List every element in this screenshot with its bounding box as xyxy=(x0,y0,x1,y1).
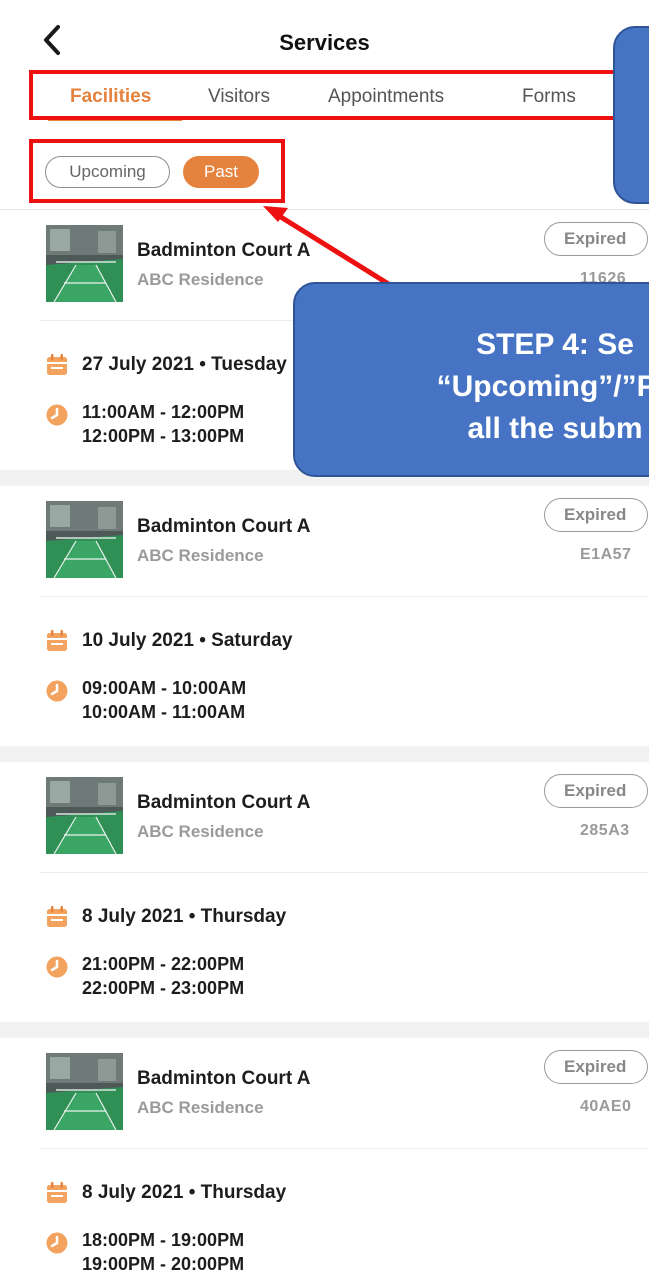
annotation-callout-top xyxy=(613,26,649,204)
facility-thumbnail xyxy=(46,501,123,578)
annotation-callout: STEP 4: Se “Upcoming”/”Pa all the subm xyxy=(293,282,649,477)
clock-icon xyxy=(46,680,68,702)
page-title: Services xyxy=(279,30,370,55)
status-badge: Expired xyxy=(544,1050,648,1084)
annotation-callout-text: STEP 4: Se “Upcoming”/”Pa all the subm xyxy=(436,328,649,445)
booking-code: 285A3 xyxy=(580,822,630,839)
time-slot: 12:00PM - 13:00PM xyxy=(82,426,245,446)
status-badge: Expired xyxy=(544,498,648,532)
facility-name: Badminton Court A xyxy=(137,516,311,537)
status-badge: Expired xyxy=(544,222,648,256)
clock-icon xyxy=(46,404,68,426)
booking-date: 27 July 2021 • Tuesday xyxy=(82,354,287,375)
facility-name: Badminton Court A xyxy=(137,1068,311,1089)
facility-name: Badminton Court A xyxy=(137,240,311,261)
booking-date: 8 July 2021 • Thursday xyxy=(82,1182,287,1203)
card-separator xyxy=(0,1022,649,1038)
facility-location: ABC Residence xyxy=(137,546,264,565)
booking-card[interactable]: Badminton Court A ABC Residence Expired E1A… xyxy=(0,486,649,762)
calendar-icon xyxy=(47,630,67,651)
time-slot: 11:00AM - 12:00PM xyxy=(82,402,245,422)
app-header: Services xyxy=(0,0,649,68)
time-slot: 19:00PM - 20:00PM xyxy=(82,1254,245,1274)
time-slot: 22:00PM - 23:00PM xyxy=(82,978,245,998)
clock-icon xyxy=(46,956,68,978)
tabs-highlight-box xyxy=(29,70,629,120)
card-divider xyxy=(40,872,649,873)
facility-name: Badminton Court A xyxy=(137,792,311,813)
filter-highlight-box xyxy=(29,139,285,203)
facility-location: ABC Residence xyxy=(137,1098,264,1117)
calendar-icon xyxy=(47,354,67,375)
time-slot: 18:00PM - 19:00PM xyxy=(82,1230,245,1250)
time-slot: 09:00AM - 10:00AM xyxy=(82,678,247,698)
booking-code: E1A57 xyxy=(580,546,632,563)
card-divider xyxy=(40,1148,649,1149)
clock-icon xyxy=(46,1232,68,1254)
time-slot: 21:00PM - 22:00PM xyxy=(82,954,245,974)
calendar-icon xyxy=(47,906,67,927)
booking-card[interactable]: Badminton Court A ABC Residence Expired 40A… xyxy=(0,1038,649,1278)
facility-thumbnail xyxy=(46,225,123,302)
booking-date: 10 July 2021 • Saturday xyxy=(82,630,293,651)
card-separator xyxy=(0,746,649,762)
booking-date: 8 July 2021 • Thursday xyxy=(82,906,287,927)
facility-location: ABC Residence xyxy=(137,270,264,289)
facility-thumbnail xyxy=(46,777,123,854)
booking-card[interactable]: Badminton Court A ABC Residence Expired 285… xyxy=(0,762,649,1038)
card-divider xyxy=(40,596,649,597)
facility-thumbnail xyxy=(46,1053,123,1130)
facility-location: ABC Residence xyxy=(137,822,264,841)
status-badge: Expired xyxy=(544,774,648,808)
time-slot: 10:00AM - 11:00AM xyxy=(82,702,246,722)
booking-code: 40AE0 xyxy=(580,1098,632,1115)
calendar-icon xyxy=(47,1182,67,1203)
